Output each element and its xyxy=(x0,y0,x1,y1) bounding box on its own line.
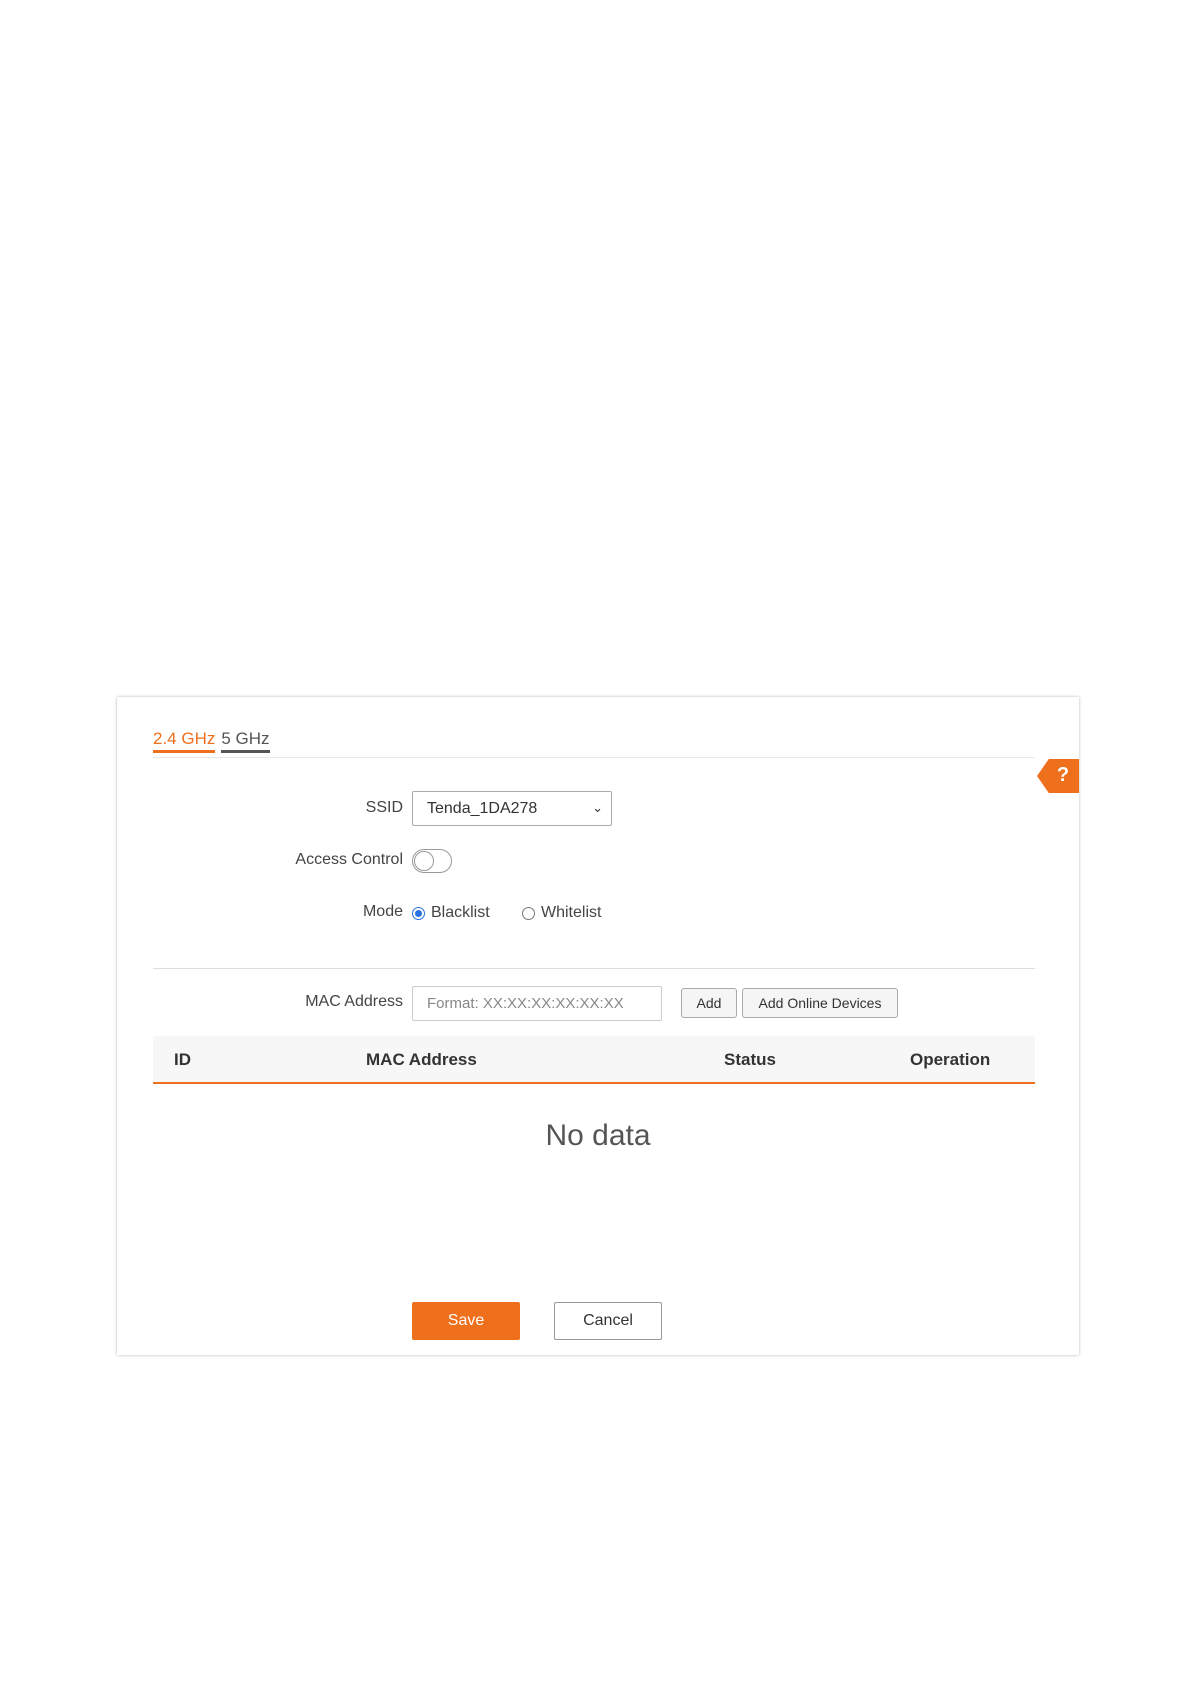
ssid-label: SSID xyxy=(365,799,403,816)
radio-unchecked-icon xyxy=(522,906,535,920)
radio-whitelist[interactable]: Whitelist xyxy=(522,904,601,922)
tab-2-4ghz[interactable]: 2.4 GHz xyxy=(153,729,216,753)
add-button[interactable]: Add xyxy=(681,988,737,1018)
mac-address-label: MAC Address xyxy=(305,993,403,1010)
column-header-operation: Operation xyxy=(910,1050,991,1069)
mac-address-input[interactable]: Format: XX:XX:XX:XX:XX:XX xyxy=(412,986,662,1021)
access-control-panel: 2.4 GHz 5 GHz ? SSID Tenda_1DA278 ⌄ Acce… xyxy=(117,697,1079,1355)
tab-underline-divider xyxy=(153,757,1035,758)
chevron-down-icon: ⌄ xyxy=(592,800,603,815)
radio-checked-icon xyxy=(412,906,425,920)
tab-5ghz[interactable]: 5 GHz xyxy=(221,729,270,753)
cancel-button[interactable]: Cancel xyxy=(554,1302,662,1340)
help-button[interactable]: ? xyxy=(1037,759,1079,793)
column-header-status: Status xyxy=(724,1050,776,1069)
table-header: ID MAC Address Status Operation xyxy=(153,1036,1035,1084)
ssid-select[interactable]: Tenda_1DA278 ⌄ xyxy=(412,791,612,826)
column-header-id: ID xyxy=(174,1050,191,1069)
save-button[interactable]: Save xyxy=(412,1302,520,1340)
access-control-label: Access Control xyxy=(295,851,403,868)
toggle-knob xyxy=(414,851,434,871)
column-header-mac-address: MAC Address xyxy=(366,1050,477,1069)
radio-blacklist-label: Blacklist xyxy=(431,904,490,921)
empty-table-message: No data xyxy=(545,1119,651,1152)
question-mark-icon: ? xyxy=(1056,764,1070,786)
add-online-devices-button[interactable]: Add Online Devices xyxy=(742,988,898,1018)
ssid-selected-value: Tenda_1DA278 xyxy=(427,800,538,817)
radio-whitelist-label: Whitelist xyxy=(541,904,602,921)
mac-address-placeholder: Format: XX:XX:XX:XX:XX:XX xyxy=(427,995,624,1012)
band-tabs: 2.4 GHz 5 GHz xyxy=(153,729,270,753)
radio-blacklist[interactable]: Blacklist xyxy=(412,904,490,922)
section-divider xyxy=(153,968,1035,969)
mode-label: Mode xyxy=(362,903,403,920)
access-control-toggle[interactable] xyxy=(412,849,452,873)
